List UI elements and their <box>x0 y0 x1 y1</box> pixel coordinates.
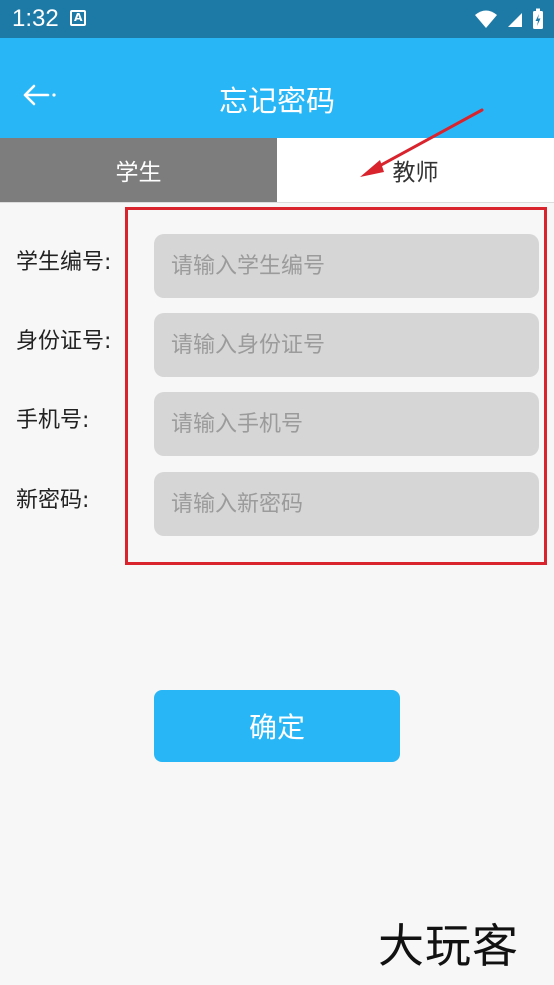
id-card-row: 身份证号: <box>0 309 554 377</box>
new-password-input[interactable] <box>154 472 539 536</box>
app-notification-icon: A <box>70 10 86 26</box>
cellular-signal-icon <box>508 13 522 27</box>
id-card-input[interactable] <box>154 313 539 377</box>
new-password-row: 新密码: <box>0 468 554 536</box>
phone-label: 手机号: <box>16 408 90 433</box>
battery-charging-icon <box>533 8 543 29</box>
tab-teacher-label: 教师 <box>392 160 439 186</box>
student-id-row: 学生编号: <box>0 230 554 298</box>
app-bar: 忘记密码 <box>0 38 554 138</box>
phone-row: 手机号: <box>0 388 554 456</box>
watermark-logo: 大玩客 <box>378 919 519 973</box>
status-time: 1:32 <box>12 5 59 32</box>
wifi-icon <box>475 10 497 28</box>
page-title: 忘记密码 <box>218 84 335 118</box>
phone-input[interactable] <box>154 392 539 456</box>
status-icons <box>474 8 544 30</box>
tab-teacher[interactable]: 教师 <box>277 138 554 202</box>
new-password-label: 新密码: <box>16 488 90 513</box>
student-id-label: 学生编号: <box>16 250 112 275</box>
tab-student[interactable]: 学生 <box>0 138 277 202</box>
status-bar: 1:32 A <box>0 0 554 38</box>
role-tabs: 学生 教师 <box>0 138 554 203</box>
confirm-button[interactable]: 确定 <box>154 690 400 762</box>
tab-student-label: 学生 <box>115 160 162 186</box>
id-card-label: 身份证号: <box>16 329 112 354</box>
student-id-input[interactable] <box>154 234 539 298</box>
